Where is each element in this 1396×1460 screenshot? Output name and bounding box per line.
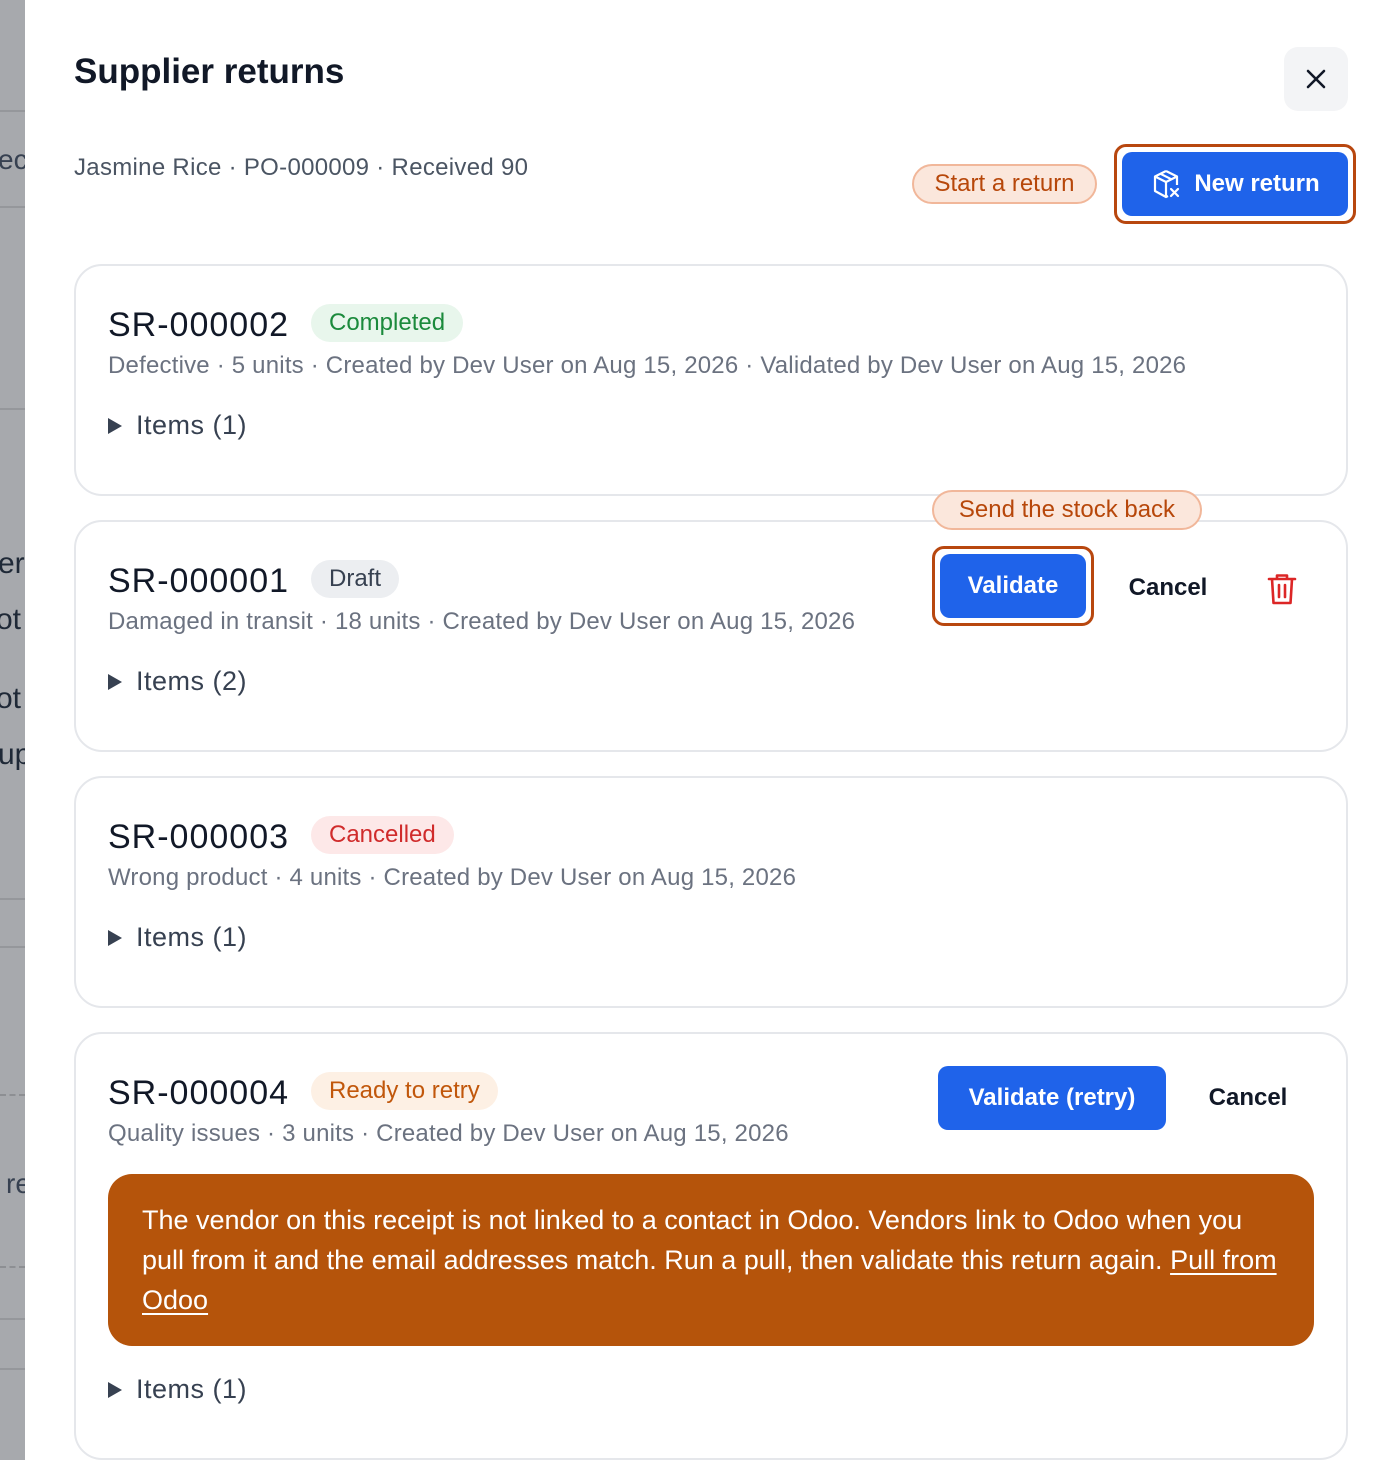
return-card-draft: SR-000001 Draft Damaged in transit · 18 … (74, 520, 1348, 752)
status-badge: Ready to retry (311, 1072, 498, 1110)
expand-triangle-icon (108, 929, 122, 946)
page-title: Supplier returns (74, 52, 345, 91)
close-button[interactable] (1284, 47, 1348, 111)
return-meta: Quality issues · 3 units · Created by De… (108, 1120, 789, 1147)
items-toggle-label: Items (2) (136, 666, 248, 696)
status-badge: Cancelled (311, 816, 454, 854)
backdrop-text-fragment: re (6, 1168, 25, 1199)
status-badge: Completed (311, 304, 464, 342)
close-icon (1306, 69, 1326, 89)
expand-triangle-icon (108, 673, 122, 690)
alert-message: The vendor on this receipt is not linked… (142, 1205, 1243, 1275)
vendor-link-error-alert: The vendor on this receipt is not linked… (108, 1174, 1314, 1346)
package-x-icon (1154, 170, 1180, 199)
trash-icon[interactable] (1266, 572, 1298, 606)
items-toggle-label: Items (1) (136, 410, 248, 440)
expand-triangle-icon (108, 417, 122, 434)
backdrop-text-fragment: er (0, 547, 25, 580)
return-meta: Damaged in transit · 18 units · Created … (108, 608, 856, 635)
return-id: SR-000004 (108, 1074, 290, 1112)
supplier-returns-panel: Supplier returns Jasmine Rice · PO-00000… (25, 0, 1396, 1460)
return-card-retry: SR-000004 Ready to retry Quality issues … (74, 1032, 1348, 1460)
expand-triangle-icon (108, 1381, 122, 1398)
receipt-summary: Jasmine Rice · PO-000009 · Received 90 (74, 154, 529, 181)
items-toggle-label: Items (1) (136, 1374, 248, 1404)
items-toggle[interactable]: Items (1) (108, 1374, 247, 1405)
send-stock-back-hint: Send the stock back (932, 490, 1202, 530)
return-meta: Wrong product · 4 units · Created by Dev… (108, 864, 797, 891)
items-toggle[interactable]: Items (2) (108, 666, 247, 697)
backdrop-text-fragment: ec (0, 144, 25, 175)
cancel-button[interactable]: Cancel (1188, 1068, 1308, 1128)
start-return-hint: Start a return (912, 164, 1097, 204)
backdrop-overlay: ec er ot ot up re (0, 0, 25, 1460)
return-card-cancelled: SR-000003 Cancelled Wrong product · 4 un… (74, 776, 1348, 1008)
backdrop-text-fragment: ot (0, 682, 22, 715)
return-id: SR-000001 (108, 562, 290, 600)
new-return-label: New return (1194, 170, 1320, 197)
backdrop-text-fragment: up (0, 738, 25, 771)
status-badge: Draft (311, 560, 400, 598)
return-meta: Defective · 5 units · Created by Dev Use… (108, 352, 1187, 379)
items-toggle[interactable]: Items (1) (108, 410, 247, 441)
validate-retry-button[interactable]: Validate (retry) (938, 1066, 1166, 1130)
return-id: SR-000002 (108, 306, 290, 344)
items-toggle-label: Items (1) (136, 922, 248, 952)
new-return-button[interactable]: New return (1122, 152, 1348, 216)
return-card-completed: SR-000002 Completed Defective · 5 units … (74, 264, 1348, 496)
backdrop-text-fragment: ot (0, 603, 22, 636)
cancel-button[interactable]: Cancel (1108, 558, 1228, 618)
return-id: SR-000003 (108, 818, 290, 856)
items-toggle[interactable]: Items (1) (108, 922, 247, 953)
validate-button[interactable]: Validate (940, 554, 1086, 618)
